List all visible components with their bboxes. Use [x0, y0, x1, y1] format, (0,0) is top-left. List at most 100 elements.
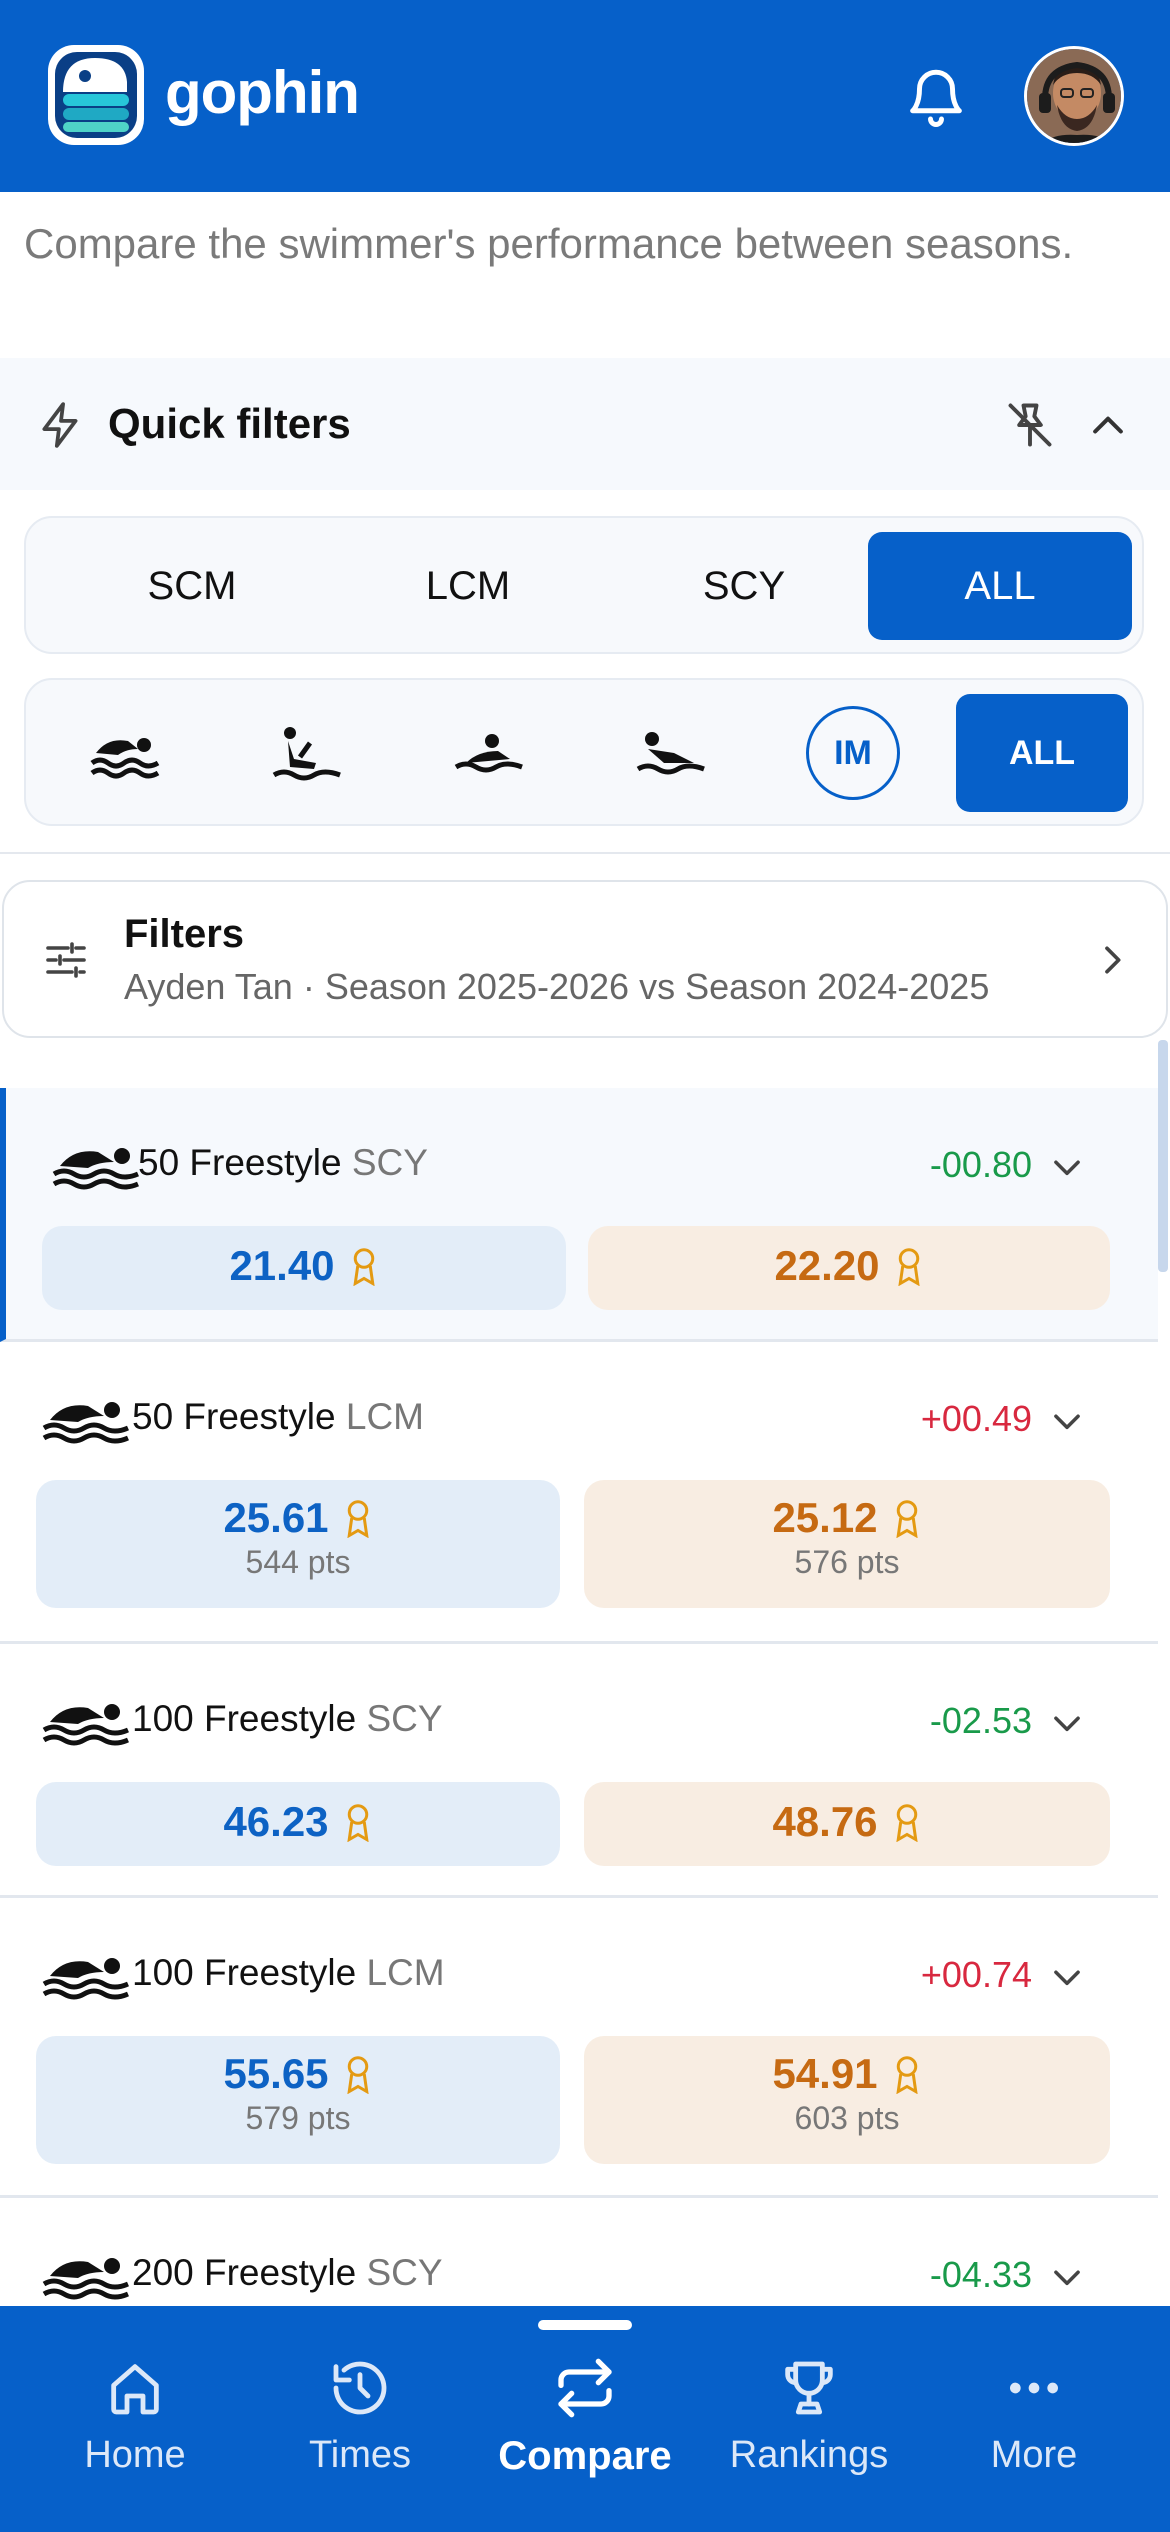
gophin-logo-icon[interactable] [45, 42, 147, 148]
nav-compare[interactable]: Compare [485, 2356, 685, 2479]
event-row[interactable]: 100 Freestyle LCM +00.74 55.65 579 pts 5… [0, 1898, 1158, 2198]
chevron-down-icon[interactable] [1048, 1958, 1086, 1996]
medal-icon [346, 2056, 369, 2094]
stroke-freestyle-button[interactable] [40, 694, 210, 812]
quick-filters-title: Quick filters [108, 400, 351, 447]
chevron-down-icon[interactable] [1048, 1704, 1086, 1742]
event-name: 100 Freestyle SCY [132, 1698, 443, 1740]
chevron-down-icon[interactable] [1048, 1402, 1086, 1440]
event-name: 100 Freestyle LCM [132, 1952, 445, 1994]
chevron-down-icon[interactable] [1048, 1148, 1086, 1186]
current-season-time: 21.40 [42, 1226, 566, 1310]
app-header: gophin [0, 0, 1170, 192]
course-filter-group: SCM LCM SCY ALL [24, 516, 1144, 654]
current-season-time: 46.23 [36, 1782, 560, 1866]
page-description: Compare the swimmer's performance betwee… [24, 220, 1074, 267]
nav-times[interactable]: Times [260, 2356, 460, 2477]
time-value: 22.20 [774, 1242, 880, 1289]
current-season-time: 25.61 544 pts [36, 1480, 560, 1608]
points-value: 544 pts [245, 1544, 351, 1580]
event-course: SCY [366, 1698, 443, 1739]
time-value: 21.40 [229, 1242, 335, 1289]
event-title: 50 Freestyle [138, 1142, 342, 1183]
points-value: 576 pts [794, 1544, 900, 1580]
chevron-up-icon[interactable] [1086, 404, 1130, 448]
nav-rankings[interactable]: Rankings [709, 2356, 909, 2477]
bottom-navigation: Home Times Compare Rankings More [0, 2306, 1170, 2532]
history-icon [333, 2361, 387, 2415]
previous-season-time: 25.12 576 pts [584, 1480, 1110, 1608]
medal-icon [895, 2056, 918, 2094]
course-scm-button[interactable]: SCM [60, 532, 324, 640]
more-icon [1010, 2382, 1058, 2394]
previous-season-time: 48.76 [584, 1782, 1110, 1866]
brand-name: gophin [165, 59, 360, 126]
butterfly-icon [636, 732, 705, 775]
freestyle-icon [52, 1148, 139, 1190]
event-name: 200 Freestyle SCY [132, 2252, 443, 2294]
filters-title: Filters [124, 912, 245, 956]
stroke-all-button[interactable]: ALL [956, 694, 1128, 812]
event-name: 50 Freestyle LCM [132, 1396, 424, 1438]
nav-home[interactable]: Home [35, 2356, 235, 2477]
time-difference: -00.80 [929, 1144, 1032, 1185]
stroke-im-label: IM [806, 706, 900, 800]
active-tab-indicator [538, 2320, 632, 2330]
event-title: 100 Freestyle [132, 1698, 357, 1739]
medal-icon [346, 1804, 369, 1842]
event-row[interactable]: 50 Freestyle LCM +00.49 25.61 544 pts 25… [0, 1342, 1158, 1644]
course-all-button[interactable]: ALL [868, 532, 1132, 640]
medal-icon [897, 1248, 920, 1286]
time-value: 55.65 [223, 2050, 329, 2097]
freestyle-icon [42, 1402, 129, 1444]
time-difference: +00.49 [920, 1398, 1032, 1439]
nav-more-label: More [990, 2434, 1078, 2476]
home-icon [111, 2364, 159, 2415]
time-value: 48.76 [772, 1798, 878, 1845]
time-difference: -04.33 [929, 2254, 1032, 2295]
event-name: 50 Freestyle SCY [138, 1142, 428, 1184]
stroke-breaststroke-button[interactable] [404, 694, 574, 812]
backstroke-icon [272, 727, 341, 781]
current-season-time: 55.65 579 pts [36, 2036, 560, 2164]
user-avatar[interactable] [1024, 46, 1124, 146]
stroke-butterfly-button[interactable] [586, 694, 756, 812]
lightning-icon [42, 402, 78, 448]
event-course: LCM [345, 1396, 424, 1437]
course-scy-button[interactable]: SCY [612, 532, 876, 640]
filters-card[interactable]: Filters Ayden Tan · Season 2025-2026 vs … [2, 880, 1168, 1038]
breaststroke-icon [454, 734, 523, 773]
nav-more[interactable]: More [934, 2356, 1134, 2477]
course-lcm-button[interactable]: LCM [336, 532, 600, 640]
freestyle-icon [90, 738, 160, 779]
event-row[interactable]: 100 Freestyle SCY -02.53 46.23 48.76 [0, 1644, 1158, 1898]
event-title: 200 Freestyle [132, 2252, 357, 2293]
medal-icon [895, 1500, 918, 1538]
unpin-icon[interactable] [1004, 398, 1056, 452]
section-divider [0, 852, 1170, 854]
event-course: LCM [366, 1952, 445, 1993]
freestyle-icon [42, 1958, 129, 2000]
event-row[interactable]: 50 Freestyle SCY -00.80 21.40 22.20 [0, 1088, 1158, 1342]
notification-bell-icon[interactable] [903, 64, 969, 130]
scrollbar-thumb[interactable] [1158, 1040, 1168, 1272]
nav-compare-label: Compare [498, 2434, 672, 2478]
chevron-right-icon [1105, 946, 1121, 974]
stroke-backstroke-button[interactable] [222, 694, 392, 812]
event-row[interactable]: 200 Freestyle SCY -04.33 [0, 2198, 1158, 2308]
medal-icon [346, 1500, 369, 1538]
nav-times-label: Times [308, 2434, 412, 2476]
medal-icon [352, 1248, 375, 1286]
trophy-icon [785, 2361, 833, 2415]
medal-icon [895, 1804, 918, 1842]
stroke-im-button[interactable]: IM [768, 694, 938, 812]
freestyle-icon [42, 1704, 129, 1746]
filters-summary: Ayden Tan · Season 2025-2026 vs Season 2… [124, 966, 990, 1007]
event-course: SCY [351, 1142, 428, 1183]
compare-icon [558, 2358, 612, 2418]
points-value: 603 pts [794, 2100, 900, 2136]
sliders-icon [46, 942, 86, 978]
freestyle-icon [42, 2258, 129, 2300]
previous-season-time: 22.20 [588, 1226, 1110, 1310]
chevron-down-icon[interactable] [1048, 2258, 1086, 2296]
